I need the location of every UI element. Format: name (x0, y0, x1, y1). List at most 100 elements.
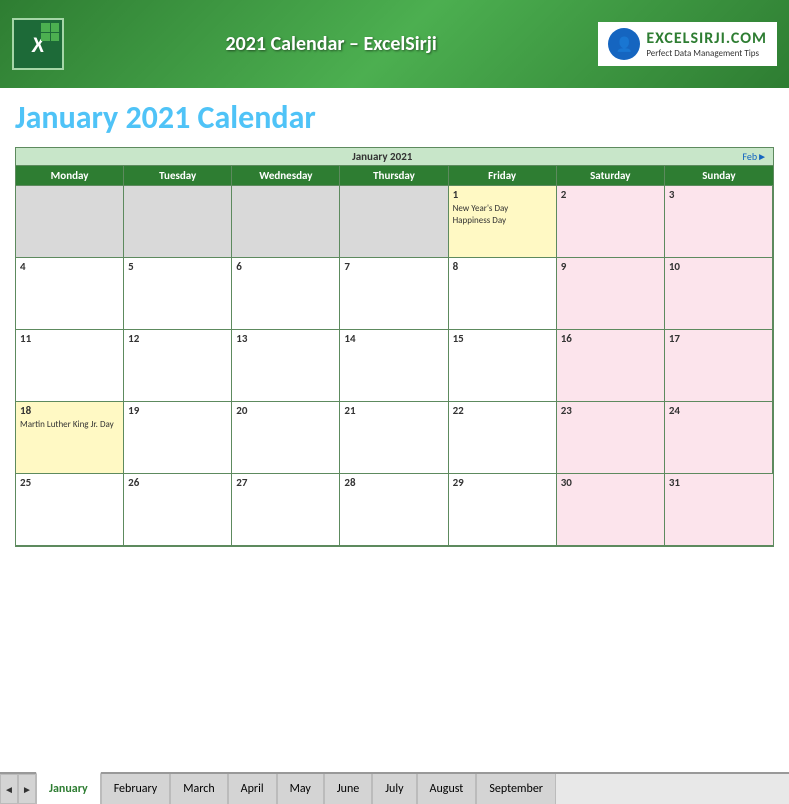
day-header-saturday: Saturday (557, 166, 665, 185)
tab-january[interactable]: January (36, 772, 101, 804)
cal-date-number: 22 (453, 404, 552, 417)
cal-date-number: 15 (453, 332, 552, 345)
cal-date-number: 11 (20, 332, 119, 345)
cal-date-number: 12 (128, 332, 227, 345)
main-content: January 2021 Calendar January 2021 Feb► … (0, 88, 789, 772)
cal-date-number: 17 (669, 332, 768, 345)
cal-cell: 2 (557, 186, 665, 258)
cal-cell: 20 (232, 402, 340, 474)
cal-cell: 17 (665, 330, 773, 402)
cal-date-number: 3 (669, 188, 768, 201)
brand-person-icon: 👤 (608, 28, 640, 60)
day-header-tuesday: Tuesday (124, 166, 232, 185)
cal-cell: 4 (16, 258, 124, 330)
cal-cell: 25 (16, 474, 124, 546)
cal-date-number: 20 (236, 404, 335, 417)
cal-cell: 23 (557, 402, 665, 474)
cal-date-number: 24 (669, 404, 768, 417)
cal-cell (124, 186, 232, 258)
cal-event: Martin Luther King Jr. Day (20, 419, 119, 431)
excel-grid-icon (41, 23, 59, 41)
page-title: January 2021 Calendar (15, 98, 774, 137)
tab-september[interactable]: September (476, 774, 556, 804)
cal-date-number: 25 (20, 476, 119, 489)
cal-cell: 21 (340, 402, 448, 474)
cal-cell: 9 (557, 258, 665, 330)
brand-name-part1: EXCEL (646, 29, 690, 48)
cal-date-number: 31 (669, 476, 769, 489)
tab-june[interactable]: June (324, 774, 372, 804)
cal-date-number: 8 (453, 260, 552, 273)
cal-cell (340, 186, 448, 258)
cal-cell: 8 (449, 258, 557, 330)
cal-cell: 22 (449, 402, 557, 474)
tabs-bar: ◄ ► JanuaryFebruaryMarchAprilMayJuneJuly… (0, 772, 789, 804)
calendar-header-row: January 2021 Feb► (16, 148, 773, 166)
brand-name: EXCELSIRJI.COM (646, 29, 767, 48)
brand-tagline: Perfect Data Management Tips (646, 48, 767, 59)
day-header-thursday: Thursday (340, 166, 448, 185)
cal-date-number: 27 (236, 476, 335, 489)
cal-date-number: 9 (561, 260, 660, 273)
day-header-monday: Monday (16, 166, 124, 185)
cal-date-number: 28 (344, 476, 443, 489)
header: X 2021 Calendar – ExcelSirji 👤 EXCELSIRJ… (0, 0, 789, 88)
calendar-month-label: January 2021 (22, 150, 742, 163)
cal-date-number: 1 (453, 188, 552, 201)
tab-april[interactable]: April (228, 774, 277, 804)
tab-august[interactable]: August (417, 774, 477, 804)
cal-cell: 27 (232, 474, 340, 546)
cal-date-number: 2 (561, 188, 660, 201)
tabs-list: JanuaryFebruaryMarchAprilMayJuneJulyAugu… (36, 774, 556, 804)
cal-date-number: 29 (453, 476, 552, 489)
tab-nav-next[interactable]: ► (18, 774, 36, 804)
cal-event: Happiness Day (453, 215, 552, 227)
cal-cell: 28 (340, 474, 448, 546)
feb-nav-link[interactable]: Feb► (742, 150, 767, 163)
brand-domain: .COM (726, 29, 767, 48)
cal-cell: 13 (232, 330, 340, 402)
brand-logo: 👤 EXCELSIRJI.COM Perfect Data Management… (598, 22, 777, 66)
cal-cell: 6 (232, 258, 340, 330)
cal-cell (16, 186, 124, 258)
cal-date-number: 7 (344, 260, 443, 273)
cal-cell: 31 (665, 474, 773, 546)
tab-nav-prev[interactable]: ◄ (0, 774, 18, 804)
day-header-wednesday: Wednesday (232, 166, 340, 185)
cal-event: New Year's Day (453, 203, 552, 215)
cal-cell: 10 (665, 258, 773, 330)
day-header-sunday: Sunday (665, 166, 773, 185)
cal-date-number: 5 (128, 260, 227, 273)
brand-name-part2: SIRJI (690, 29, 725, 48)
cal-date-number: 26 (128, 476, 227, 489)
tab-may[interactable]: May (277, 774, 324, 804)
cal-date-number: 30 (561, 476, 660, 489)
cal-date-number: 19 (128, 404, 227, 417)
calendar: January 2021 Feb► Monday Tuesday Wednesd… (15, 147, 774, 547)
calendar-grid: 1 New Year's DayHappiness Day 23 456789 10 11… (16, 185, 773, 546)
cal-cell: 5 (124, 258, 232, 330)
cal-date-number: 23 (561, 404, 660, 417)
calendar-days-header: Monday Tuesday Wednesday Thursday Friday… (16, 166, 773, 185)
cal-date-number: 14 (344, 332, 443, 345)
cal-date-number: 13 (236, 332, 335, 345)
tab-july[interactable]: July (372, 774, 416, 804)
cal-cell: 15 (449, 330, 557, 402)
cal-date-number: 18 (20, 404, 119, 417)
tab-february[interactable]: February (101, 774, 171, 804)
day-header-friday: Friday (449, 166, 557, 185)
cal-date-number: 6 (236, 260, 335, 273)
cal-cell: 30 (557, 474, 665, 546)
cal-cell: 19 (124, 402, 232, 474)
excel-logo: X (12, 18, 64, 70)
cal-cell: 7 (340, 258, 448, 330)
cal-cell: 18 Martin Luther King Jr. Day (16, 402, 124, 474)
cal-cell: 14 (340, 330, 448, 402)
cal-cell: 16 (557, 330, 665, 402)
cal-cell: 11 (16, 330, 124, 402)
cal-cell: 26 (124, 474, 232, 546)
tab-march[interactable]: March (170, 774, 227, 804)
cal-cell: 29 (449, 474, 557, 546)
cal-date-number: 21 (344, 404, 443, 417)
cal-date-number: 4 (20, 260, 119, 273)
